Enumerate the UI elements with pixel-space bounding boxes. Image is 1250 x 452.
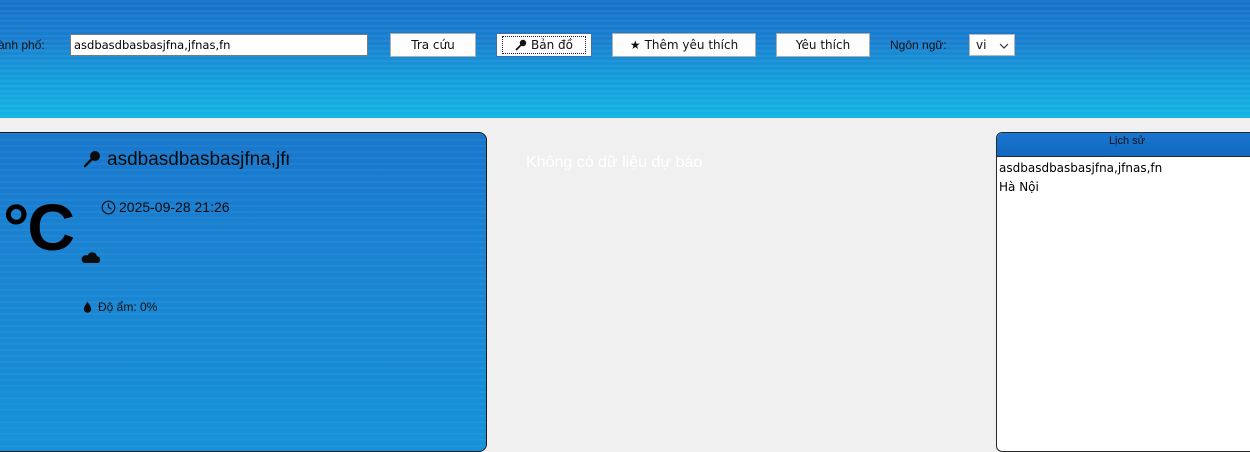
humidity-text: Độ ẩm: 0% [98, 300, 158, 314]
map-button-label: Bản đồ [531, 38, 573, 52]
current-weather-card: asdbasdbasbasjfna,jfnas,fn 2025-09-28 21… [0, 132, 487, 452]
cloud-icon [81, 252, 101, 263]
pin-icon [515, 39, 527, 51]
favorites-button-label: Yêu thích [795, 38, 851, 52]
favorites-button[interactable]: Yêu thích [776, 33, 870, 57]
city-input[interactable] [70, 34, 368, 56]
star-icon: ★ [629, 38, 641, 52]
droplet-icon [83, 301, 92, 313]
language-select[interactable]: vi [969, 34, 1015, 56]
pin-icon [83, 151, 100, 168]
history-panel: Lịch sử asdbasdbasbasjfna,jfnas,fn Hà Nộ… [996, 132, 1250, 452]
search-button[interactable]: Tra cứu [390, 33, 476, 57]
add-favorite-button[interactable]: ★ Thêm yêu thích [612, 33, 756, 57]
map-button[interactable]: Bản đồ [496, 33, 592, 57]
current-city-name: asdbasdbasbasjfna,jfnas,fn [107, 149, 289, 170]
temperature: °C [3, 190, 75, 264]
add-favorite-button-label: Thêm yêu thích [644, 38, 739, 52]
current-datetime: 2025-09-28 21:26 [101, 199, 230, 215]
chevron-down-icon [999, 43, 1009, 49]
history-item[interactable]: Hà Nội [999, 178, 1250, 197]
language-value: vi [976, 38, 987, 52]
history-item[interactable]: asdbasdbasbasjfna,jfnas,fn [999, 159, 1250, 178]
datetime-text: 2025-09-28 21:26 [119, 199, 230, 215]
history-list[interactable]: asdbasdbasbasjfna,jfnas,fn Hà Nội [997, 157, 1250, 197]
city-label: ành phố: [0, 38, 45, 52]
toolbar: ành phố: Tra cứu Bản đồ ★ Thêm yêu thích… [0, 0, 1250, 118]
language-label: Ngôn ngữ: [890, 38, 947, 52]
humidity: Độ ẩm: 0% [83, 300, 157, 314]
search-button-label: Tra cứu [411, 38, 455, 52]
history-title: Lịch sử [997, 133, 1250, 157]
forecast-empty-message: Không có dữ liệu dự báo [526, 154, 703, 171]
clock-icon [101, 200, 116, 214]
